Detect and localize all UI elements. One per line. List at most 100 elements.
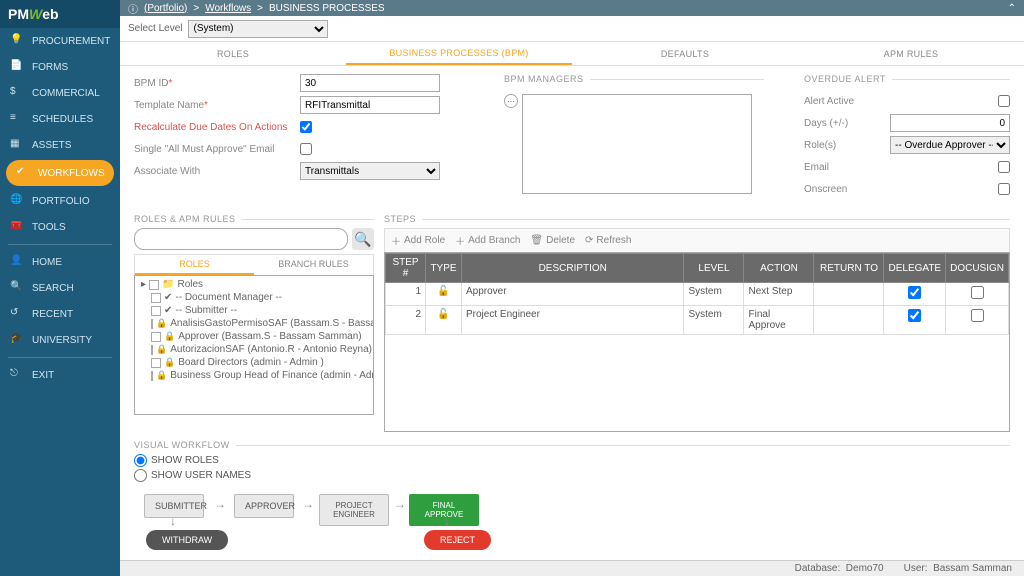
docusign-checkbox[interactable]	[971, 286, 984, 299]
sidebar-item-schedules[interactable]: ≡SCHEDULES	[0, 106, 120, 132]
show-roles-option[interactable]: SHOW ROLES	[134, 454, 1010, 467]
email-label: Email	[804, 162, 876, 173]
delegate-checkbox[interactable]	[908, 286, 921, 299]
sidebar-item-label: COMMERCIAL	[32, 88, 100, 99]
sidebar-item-tools[interactable]: 🧰TOOLS	[0, 214, 120, 240]
sidebar-item-label: EXIT	[32, 370, 54, 381]
arrow-icon: →	[394, 497, 406, 511]
logo: PMWeb	[0, 0, 120, 28]
wf-approver-box: APPROVER	[234, 494, 294, 518]
bpm-managers-box[interactable]	[522, 94, 752, 194]
recalc-checkbox[interactable]	[300, 121, 312, 133]
roles-search-input[interactable]	[134, 228, 348, 250]
docusign-checkbox[interactable]	[971, 309, 984, 322]
plus-icon: ＋	[455, 233, 465, 248]
show-users-option[interactable]: SHOW USER NAMES	[134, 469, 1010, 482]
col-step-num[interactable]: STEP #	[386, 254, 426, 283]
select-level-label: Select Level	[128, 23, 182, 34]
single-approve-checkbox[interactable]	[300, 143, 312, 155]
sidebar-item-label: ASSETS	[32, 140, 71, 151]
col-description[interactable]: DESCRIPTION	[462, 254, 684, 283]
subtab-roles[interactable]: ROLES	[135, 255, 254, 275]
bpm-managers-label: BPM MANAGERS	[504, 74, 764, 84]
lock-icon: 🔒	[156, 370, 167, 381]
sidebar-item-recent[interactable]: ↺RECENT	[0, 301, 120, 327]
tree-item[interactable]: 🔒Board Directors (admin - Admin )	[139, 356, 369, 369]
tab-bpm[interactable]: BUSINESS PROCESSES (BPM)	[346, 42, 572, 65]
roles-search-button[interactable]: 🔍	[352, 228, 374, 250]
delegate-checkbox[interactable]	[908, 309, 921, 322]
show-roles-radio[interactable]	[134, 454, 147, 467]
bpm-managers-picker[interactable]: ⋯	[504, 94, 518, 108]
col-delegate[interactable]: DELEGATE	[884, 254, 946, 283]
sidebar-item-workflows[interactable]: ✔WORKFLOWS	[6, 160, 114, 186]
sidebar-item-commercial[interactable]: $ COMMERCIAL	[0, 80, 120, 106]
tab-defaults[interactable]: DEFAULTS	[572, 42, 798, 65]
sidebar-item-procurement[interactable]: 💡PROCUREMENT	[0, 28, 120, 54]
table-row[interactable]: 2 🔓 Project Engineer System Final Approv…	[386, 306, 1009, 335]
col-docusign[interactable]: DOCUSIGN	[946, 254, 1009, 283]
wf-withdraw-pill: WITHDRAW	[146, 530, 228, 550]
sidebar-item-label: PROCUREMENT	[32, 36, 110, 47]
delete-button[interactable]: 🗑Delete	[530, 233, 575, 248]
tab-apm-rules[interactable]: APM RULES	[798, 42, 1024, 65]
sidebar-item-search[interactable]: 🔍SEARCH	[0, 275, 120, 301]
assets-icon: ▦	[10, 138, 24, 152]
sidebar-item-home[interactable]: 👤HOME	[0, 249, 120, 275]
col-type[interactable]: TYPE	[426, 254, 462, 283]
info-icon[interactable]: ⓘ	[128, 1, 138, 16]
refresh-button[interactable]: ⟳Refresh	[585, 233, 631, 248]
breadcrumb-workflows[interactable]: Workflows	[205, 3, 251, 14]
days-field[interactable]	[890, 114, 1010, 132]
email-checkbox[interactable]	[998, 161, 1010, 173]
col-return-to[interactable]: RETURN TO	[814, 254, 884, 283]
roles-tree[interactable]: ▸📁Roles ✔-- Document Manager -- ✔-- Subm…	[134, 275, 374, 415]
bpm-id-field[interactable]	[300, 74, 440, 92]
collapse-icon[interactable]: ⌃	[1008, 3, 1016, 14]
content: BPM ID* Template Name* Recalculate Due D…	[120, 66, 1024, 560]
steps-toolbar: ＋Add Role ＋Add Branch 🗑Delete ⟳Refresh	[384, 228, 1010, 252]
sidebar-item-forms[interactable]: 📄FORMS	[0, 54, 120, 80]
associate-with-dropdown[interactable]: Transmittals	[300, 162, 440, 180]
tree-item[interactable]: 🔒AutorizacionSAF (Antonio.R - Antonio Re…	[139, 343, 369, 356]
roles-dropdown[interactable]: -- Overdue Approver --	[890, 136, 1010, 154]
search-icon: 🔍	[10, 281, 24, 295]
alert-active-label: Alert Active	[804, 96, 876, 107]
logo-eb: eb	[42, 6, 58, 22]
sidebar-item-assets[interactable]: ▦ ASSETS	[0, 132, 120, 158]
alert-active-checkbox[interactable]	[998, 95, 1010, 107]
sidebar-item-label: FORMS	[32, 62, 68, 73]
tree-item[interactable]: 🔒AnalisisGastoPermisoSAF (Bassam.S - Bas…	[139, 317, 369, 330]
add-branch-button[interactable]: ＋Add Branch	[455, 233, 520, 248]
sidebar-item-university[interactable]: 🎓UNIVERSITY	[0, 327, 120, 353]
col-level[interactable]: LEVEL	[684, 254, 744, 283]
tree-item[interactable]: ✔-- Document Manager --	[139, 291, 369, 304]
lock-icon: 🔒	[164, 331, 175, 342]
breadcrumb-portfolio[interactable]: (Portfolio)	[144, 3, 187, 14]
onscreen-checkbox[interactable]	[998, 183, 1010, 195]
show-users-radio[interactable]	[134, 469, 147, 482]
roles-apm-section-label: ROLES & APM RULES	[134, 214, 374, 224]
sidebar-item-exit[interactable]: ⎋EXIT	[0, 362, 120, 388]
tree-root[interactable]: ▸📁Roles	[139, 278, 369, 291]
select-level-dropdown[interactable]: (System)	[188, 20, 328, 38]
col-action[interactable]: ACTION	[744, 254, 814, 283]
tree-item[interactable]: ✔-- Submitter --	[139, 304, 369, 317]
main: ⓘ (Portfolio) > Workflows > BUSINESS PRO…	[120, 0, 1024, 576]
tree-item[interactable]: 🔒Approver (Bassam.S - Bassam Samman)	[139, 330, 369, 343]
tree-item[interactable]: 🔒Business Group Head of Finance (admin -…	[139, 369, 369, 382]
associate-with-label: Associate With	[134, 166, 294, 177]
days-label: Days (+/-)	[804, 118, 876, 129]
logo-pm: PM	[8, 6, 29, 22]
lock-icon: 🔒	[156, 344, 167, 355]
template-name-field[interactable]	[300, 96, 440, 114]
table-row[interactable]: 1 🔓 Approver System Next Step	[386, 283, 1009, 306]
tab-roles[interactable]: ROLES	[120, 42, 346, 65]
roles-label: Role(s)	[804, 140, 876, 151]
add-role-button[interactable]: ＋Add Role	[391, 233, 445, 248]
subtab-branch-rules[interactable]: BRANCH RULES	[254, 255, 373, 275]
toolbox-icon: 🧰	[10, 220, 24, 234]
sidebar-item-portfolio[interactable]: 🌐PORTFOLIO	[0, 188, 120, 214]
dollar-icon: $	[10, 86, 24, 100]
sidebar-item-label: PORTFOLIO	[32, 196, 90, 207]
